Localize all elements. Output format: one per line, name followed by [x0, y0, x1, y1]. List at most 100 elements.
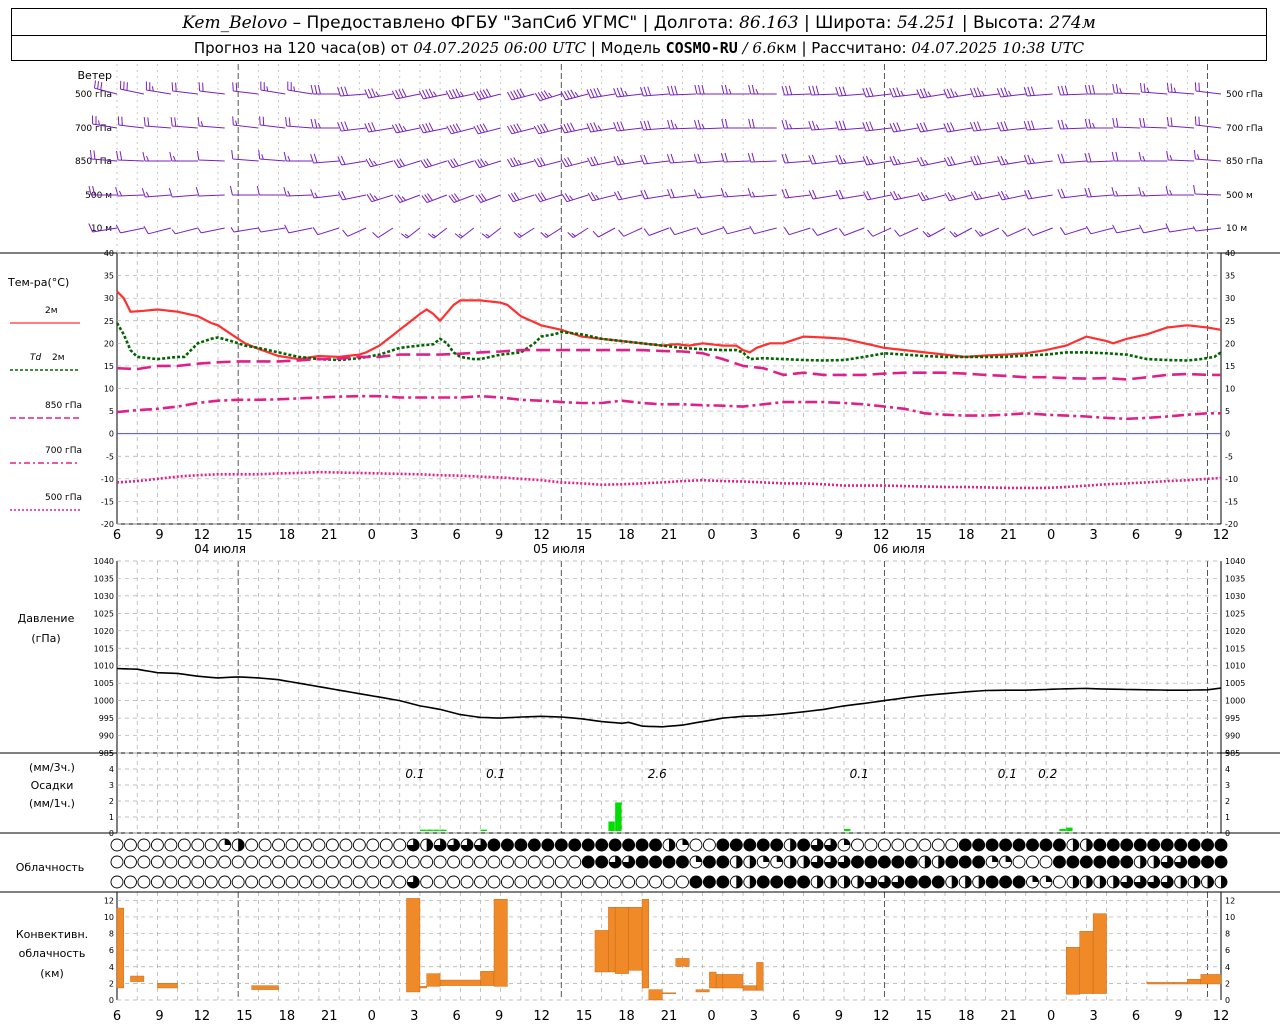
- cloud-cell-full: [582, 856, 595, 868]
- cloud-cell: [1052, 875, 1066, 889]
- wind-barb: [310, 189, 340, 199]
- cloud-cell: [554, 855, 568, 869]
- wind-barb-shape: [117, 116, 144, 129]
- wind-barb: [560, 89, 589, 101]
- x-tick-label: 18: [618, 528, 635, 543]
- conv-cloud-bar: [1092, 913, 1107, 994]
- wind-barb: [1084, 187, 1114, 198]
- conv-ytick-right: 6: [1225, 946, 1230, 955]
- precip-unit-1h: (мм/1ч.): [29, 797, 75, 810]
- cloud-cell: [460, 855, 474, 869]
- temp-ytick-left: 0: [109, 430, 114, 439]
- wind-barb-shape: [1057, 119, 1087, 130]
- prec-ytick-right: 0: [1225, 829, 1230, 838]
- wind-barb-shape: [613, 155, 643, 166]
- wind-barb: [997, 190, 1026, 201]
- precip-3h-sum: 0.2: [1038, 767, 1057, 781]
- wind-barb-shape: [1084, 152, 1114, 163]
- wind-barb-shape: [560, 122, 589, 134]
- temp-ytick-left: 10: [104, 385, 114, 394]
- wind-barb: [168, 188, 198, 198]
- conv-cloud-bar: [480, 971, 495, 986]
- conv-cloud-bar: [251, 985, 279, 990]
- cloud-cell-full: [770, 876, 783, 888]
- conv-cloud-bar: [614, 907, 629, 974]
- temp-series-3: [116, 394, 1221, 421]
- wind-barb-shape: [722, 225, 750, 235]
- precip-bar: [608, 821, 615, 831]
- x-tick-label-bottom: 12: [873, 1009, 890, 1024]
- wind-barb-shape: [481, 227, 502, 239]
- cloud-cell-full: [743, 839, 756, 851]
- wind-barb: [117, 116, 144, 129]
- wind-barb: [997, 155, 1026, 166]
- wind-barb-shape: [862, 121, 892, 132]
- wind-barb: [481, 227, 502, 239]
- wind-barb-shape: [256, 185, 286, 196]
- wind-barb-shape: [312, 227, 340, 236]
- wind-barb-shape: [230, 227, 259, 233]
- cloud-cell-full: [878, 856, 891, 868]
- x-tick-label: 12: [194, 528, 211, 543]
- temp-ytick-right: 15: [1225, 362, 1235, 371]
- conv-ytick-right: 4: [1225, 963, 1230, 972]
- cloud-cell-part: [803, 856, 810, 868]
- x-tick-label: 0: [1047, 528, 1055, 543]
- pres-ytick-right: 1025: [1225, 609, 1245, 618]
- pres-ytick-right: 1000: [1225, 697, 1245, 706]
- cloud-cell: [285, 855, 299, 869]
- x-tick-label: 21: [1000, 528, 1017, 543]
- temp-ytick-left: -5: [106, 452, 114, 461]
- wind-barb: [475, 193, 501, 203]
- day-label: 04 июля: [194, 542, 246, 556]
- conv-cloud-bar: [675, 958, 690, 967]
- cloud-cell-part: [1113, 876, 1120, 888]
- conv-cloud-bar: [1187, 979, 1202, 985]
- cloud-cell-full: [636, 839, 649, 851]
- wind-barb: [391, 88, 421, 100]
- cloud-cell-full: [1215, 839, 1227, 851]
- wind-barb-shape: [970, 155, 999, 166]
- wind-barb: [197, 117, 225, 129]
- wind-barb: [310, 118, 340, 129]
- wind-barb: [312, 227, 340, 236]
- x-tick-label: 3: [410, 528, 418, 543]
- cloud-cell: [649, 875, 662, 889]
- cloud-cell-part: [776, 856, 783, 862]
- cloud-cell: [312, 855, 326, 869]
- conv-label-3: (км): [40, 967, 64, 980]
- cloud-cell: [500, 875, 514, 889]
- cloud-cell: [124, 838, 137, 852]
- pres-ytick-left: 995: [99, 714, 114, 723]
- wind-barb-shape: [1027, 227, 1053, 236]
- wind-barb-shape: [694, 119, 723, 130]
- wind-barb: [420, 158, 448, 169]
- wind-barb-shape: [364, 88, 394, 99]
- cloud-cell-full: [945, 856, 958, 868]
- cloud-cell: [379, 838, 393, 852]
- cloud-cell: [218, 875, 232, 889]
- cloud-cell-full: [1107, 839, 1120, 851]
- wind-barb-shape: [287, 81, 313, 95]
- wind-barb: [171, 82, 198, 95]
- wind-barb: [694, 84, 723, 95]
- wind-barb: [115, 186, 144, 197]
- conv-cloud-bar: [1200, 974, 1222, 985]
- wind-barb: [969, 121, 999, 132]
- x-tick-label-bottom: 6: [1132, 1009, 1140, 1024]
- cloud-cell: [702, 838, 716, 852]
- wind-barb-shape: [781, 153, 811, 164]
- wind-barb-shape: [394, 194, 421, 203]
- temp-ytick-right: 0: [1225, 430, 1230, 439]
- wind-barb-shape: [747, 188, 777, 198]
- wind-level-left: 850 гПа: [75, 157, 112, 167]
- cloud-cell-part: [763, 856, 770, 862]
- precip-bar: [480, 829, 487, 831]
- cloud-cell-full: [864, 856, 877, 868]
- wind-barb: [835, 154, 865, 165]
- wind-barb-shape: [783, 227, 811, 236]
- wind-barb-shape: [811, 227, 838, 236]
- cloud-cell-part: [1194, 876, 1201, 888]
- cloud-cell-full: [716, 856, 729, 868]
- conv-cloud-bar: [1079, 931, 1094, 994]
